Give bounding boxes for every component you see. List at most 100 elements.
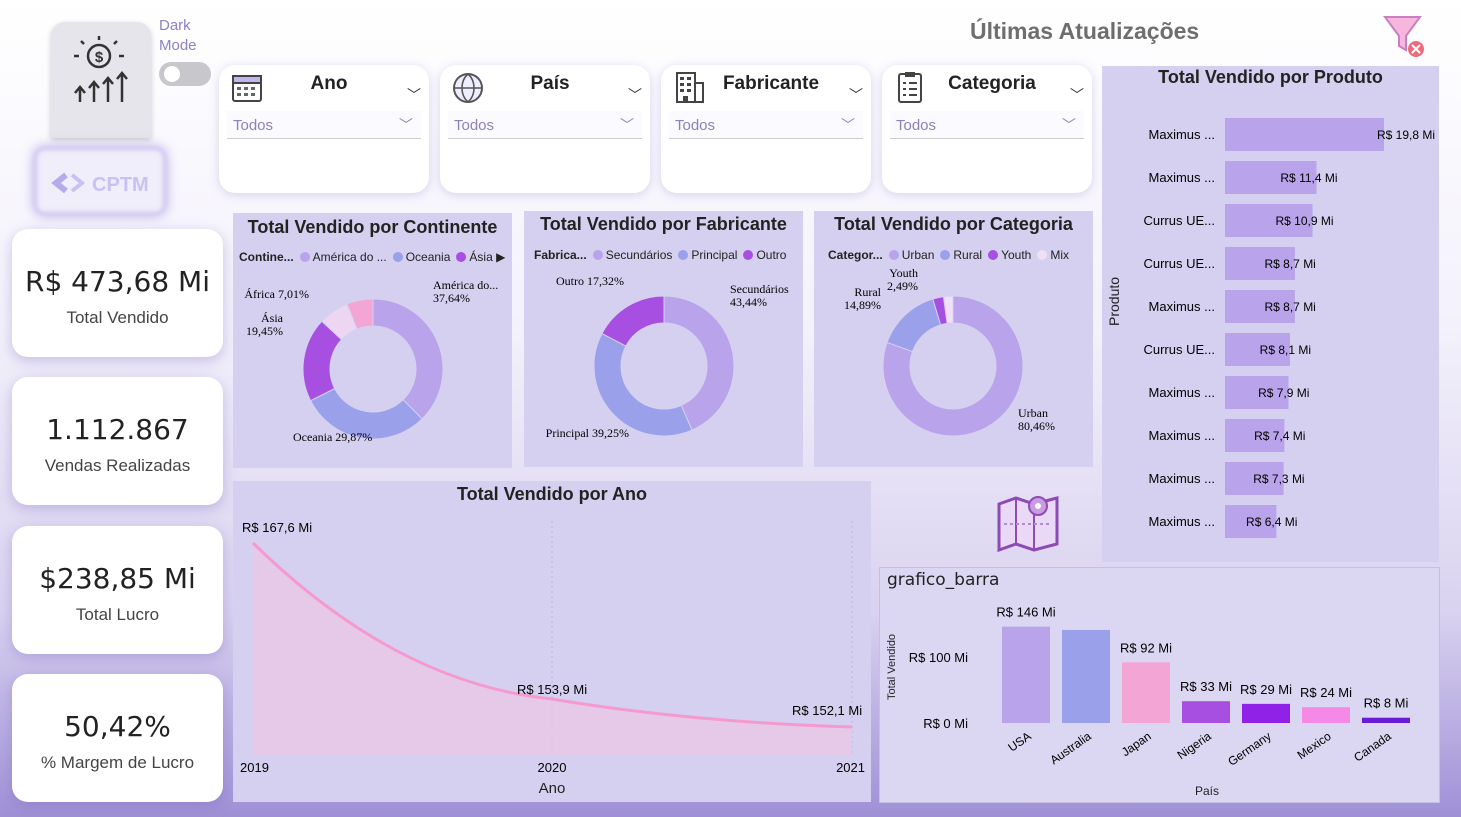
kpi-total-lucro: $238,85 Mi Total Lucro: [12, 526, 223, 654]
kpi-label: % Margem de Lucro: [40, 753, 195, 772]
data-label: R$ 6,4 Mi: [1246, 515, 1297, 529]
toggle-knob: [164, 66, 180, 82]
bar[interactable]: [1122, 662, 1170, 723]
data-label: R$ 10,9 Mi: [1275, 214, 1333, 228]
hbar-chart-product[interactable]: Maximus ... R$ 19,8 Mi Maximus ... R$ 11,4 …: [1102, 66, 1439, 562]
slicer-title: Ano: [310, 73, 348, 94]
data-label: Outro 17,32%: [556, 274, 624, 288]
vbar-chart-country[interactable]: R$ 100 Mi R$ 0 Mi R$ 146 Mi USA Australia R$ …: [880, 568, 1441, 804]
bar[interactable]: [1362, 717, 1410, 723]
donut-slice[interactable]: [372, 298, 444, 420]
kpi-value: 1.112.867: [46, 413, 189, 446]
kpi-label: Total Vendido: [66, 308, 169, 327]
y-tick-label: R$ 0 Mi: [923, 716, 968, 731]
data-label: R$ 11,4 Mi: [1280, 171, 1337, 185]
bar[interactable]: [1182, 701, 1230, 723]
data-label: Youth: [889, 266, 918, 280]
dark-mode-toggle[interactable]: [159, 62, 211, 86]
data-label: R$ 8,1 Mi: [1260, 343, 1311, 357]
kpi-value: 50,42%: [64, 710, 171, 743]
chevron-down-icon[interactable]: ﹀: [628, 85, 642, 105]
app-logo: $: [51, 22, 151, 138]
kpi-value: R$ 473,68 Mi: [25, 265, 210, 298]
y-tick-label: Maximus ...: [1149, 127, 1215, 142]
map-button[interactable]: [994, 490, 1064, 554]
kpi-vendas-realizadas: 1.112.867 Vendas Realizadas: [12, 377, 223, 505]
donut-chart-category[interactable]: Urban80,46% Rural14,89% Youth2,49%: [814, 211, 1093, 467]
slicer-dropdown[interactable]: Todos ﹀: [448, 111, 642, 139]
data-label: Oceania 29,87%: [293, 430, 372, 444]
x-axis-label: Ano: [538, 780, 566, 797]
data-label: Rural: [854, 285, 881, 299]
slicer-title: Fabricante: [722, 73, 820, 94]
x-tick-label: 2019: [240, 760, 269, 775]
bar[interactable]: [1062, 629, 1110, 723]
donut-chart-continent[interactable]: América do...37,64% Oceania 29,87% Ásia19,…: [233, 213, 512, 468]
slicer-dropdown[interactable]: Todos ﹀: [890, 111, 1084, 139]
y-tick-label: Maximus ...: [1149, 514, 1215, 529]
data-label: 80,46%: [1018, 419, 1055, 433]
data-label: R$ 146 Mi: [996, 605, 1055, 620]
bar[interactable]: [1002, 626, 1050, 723]
chart-product-panel: Total Vendido por Produto Produto Maximu…: [1102, 66, 1439, 562]
kpi-margem-lucro: 50,42% % Margem de Lucro: [12, 674, 223, 802]
data-label: R$ 7,9 Mi: [1258, 386, 1309, 400]
kpi-label: Total Lucro: [75, 605, 160, 624]
data-label: R$ 19,8 Mi: [1377, 128, 1435, 142]
data-label: 14,89%: [844, 298, 881, 312]
y-tick-label: Maximus ...: [1149, 299, 1215, 314]
x-tick-label: 2021: [836, 760, 865, 775]
donut-slice[interactable]: [593, 332, 693, 437]
y-tick-label: Currus UE...: [1143, 213, 1215, 228]
y-tick-label: R$ 100 Mi: [909, 650, 968, 665]
donut-slice[interactable]: [886, 298, 942, 353]
slicer-ano[interactable]: Ano ﹀ Todos ﹀: [219, 65, 429, 193]
data-label: R$ 92 Mi: [1120, 640, 1172, 655]
bar[interactable]: [1225, 118, 1384, 151]
slicer-fabricante[interactable]: Fabricante ﹀ Todos ﹀: [661, 65, 871, 193]
slicer-title: Categoria: [948, 73, 1036, 94]
data-label: R$ 7,3 Mi: [1253, 472, 1304, 486]
data-label: R$ 29 Mi: [1240, 682, 1292, 697]
chevron-down-icon: ﹀: [1062, 117, 1076, 133]
donut-slice[interactable]: [601, 295, 665, 347]
x-tick-label: 2020: [538, 760, 567, 775]
data-label: 2,49%: [887, 279, 918, 293]
data-label: R$ 153,9 Mi: [517, 682, 587, 697]
data-label: R$ 167,6 Mi: [242, 520, 312, 535]
bar[interactable]: [1242, 703, 1290, 723]
data-label: R$ 8,7 Mi: [1265, 300, 1316, 314]
x-tick-label: Australia: [1047, 729, 1094, 767]
donut-chart-manufacturer[interactable]: Secundários43,44% Principal 39,25% Outro 1…: [524, 211, 803, 467]
chart-manufacturer-panel: Total Vendido por Fabricante Fabrica... S…: [524, 211, 803, 467]
x-tick-label: Canada: [1351, 729, 1394, 765]
chevron-down-icon[interactable]: ﹀: [407, 85, 421, 105]
money-growth-icon: $: [74, 36, 128, 102]
kpi-total-vendido: R$ 473,68 Mi Total Vendido: [12, 229, 223, 357]
data-label: R$ 152,1 Mi: [792, 703, 862, 718]
slicer-title: País: [530, 73, 570, 94]
slicer-dropdown[interactable]: Todos ﹀: [669, 111, 863, 139]
data-label: Urban: [1018, 406, 1048, 420]
slicer-categoria[interactable]: Categoria ﹀ Todos ﹀: [882, 65, 1092, 193]
data-label: Secundários: [730, 282, 789, 296]
data-label: Principal 39,25%: [546, 426, 629, 440]
slicer-pais[interactable]: País ﹀ Todos ﹀: [440, 65, 650, 193]
chevron-down-icon[interactable]: ﹀: [849, 85, 863, 105]
data-label: R$ 8 Mi: [1364, 696, 1409, 711]
data-label: Ásia: [261, 311, 284, 325]
kpi-value: $238,85 Mi: [39, 562, 196, 595]
cptm-logo: CPTM: [34, 147, 166, 215]
y-tick-label: Currus UE...: [1143, 256, 1215, 271]
clear-filters-button[interactable]: [1382, 14, 1428, 60]
slicer-dropdown[interactable]: Todos ﹀: [227, 111, 421, 139]
x-tick-label: Japan: [1119, 729, 1154, 759]
bar[interactable]: [1302, 707, 1350, 723]
svg-text:CPTM: CPTM: [92, 174, 149, 196]
area-chart-year[interactable]: R$ 167,6 Mi R$ 153,9 Mi R$ 152,1 Mi 2019 202…: [233, 481, 871, 802]
y-tick-label: Maximus ...: [1149, 170, 1215, 185]
x-tick-label: Nigeria: [1175, 729, 1214, 762]
chevron-down-icon[interactable]: ﹀: [1070, 85, 1084, 105]
data-label: R$ 24 Mi: [1300, 685, 1352, 700]
data-label: África 7,01%: [244, 287, 309, 301]
